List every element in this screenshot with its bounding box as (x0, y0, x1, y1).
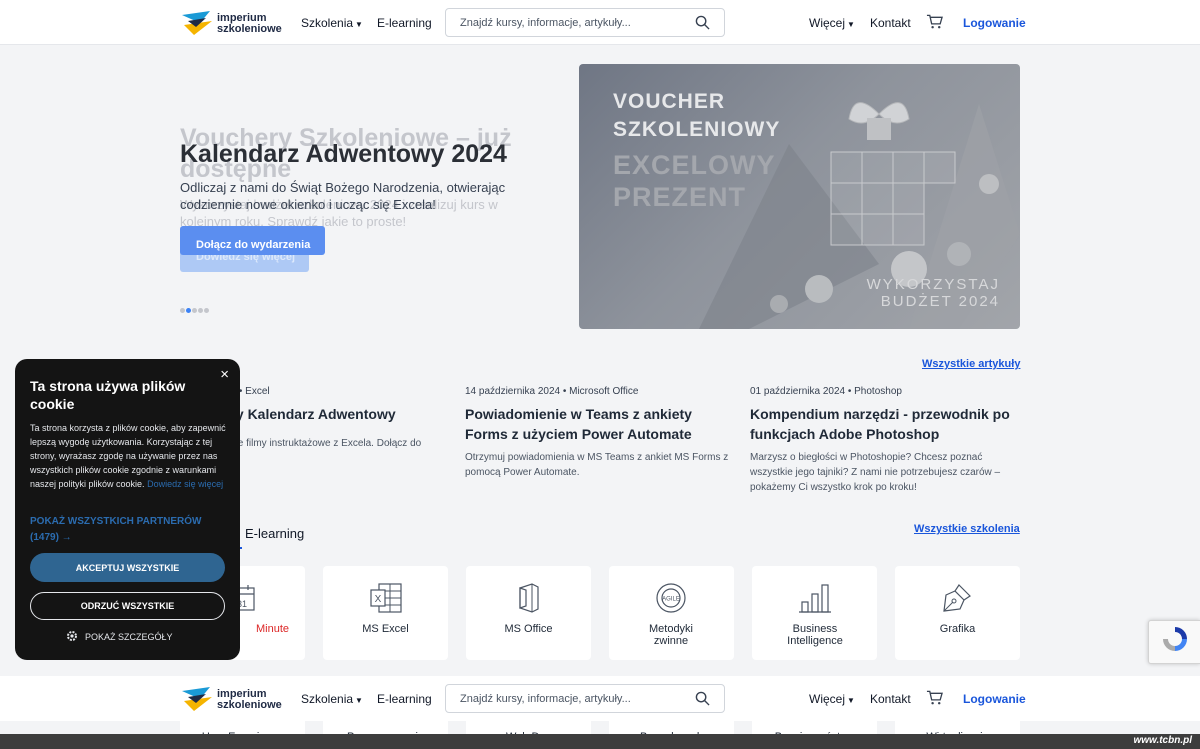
logo-text-line2: szkoleniowe (217, 699, 282, 711)
banner-footer-line1: WYKORZYSTAJ (866, 276, 1000, 293)
slider-dots (180, 308, 209, 313)
cookie-title: Ta strona używa plików cookie (30, 378, 186, 412)
chevron-down-icon: ▼ (847, 696, 855, 705)
article-card[interactable]: 24 • Excel wy Kalendarz Adwentowy owe fi… (225, 386, 495, 451)
all-courses-link[interactable]: Wszystkie szkolenia (914, 523, 1020, 535)
site-logo[interactable]: imperium szkoleniowe (180, 9, 282, 37)
cookie-consent-dialog: × Ta strona używa plików cookie Ta stron… (15, 359, 240, 660)
article-meta: 01 października 2024 • Photoshop (750, 386, 902, 397)
agile-icon: AGILE (656, 583, 686, 613)
banner-text-line4: PREZENT (613, 182, 747, 212)
reject-all-cookies-button[interactable]: ODRZUĆ WSZYSTKIE (30, 592, 225, 620)
nav-szkolenia[interactable]: Szkolenia ▼ (301, 692, 363, 706)
hero-title: Kalendarz Adwentowy 2024 (180, 140, 507, 168)
search-input[interactable] (460, 691, 690, 707)
cart-icon[interactable] (926, 690, 943, 706)
accept-all-cookies-button[interactable]: AKCEPTUJ WSZYSTKIE (30, 553, 225, 582)
article-meta: 24 • Excel (225, 386, 270, 397)
nav-kontakt[interactable]: Kontakt (870, 692, 911, 706)
nav-kontakt[interactable]: Kontakt (870, 16, 911, 30)
course-category-card[interactable]: X MS Excel (323, 566, 448, 660)
slider-dot[interactable] (180, 308, 185, 313)
chevron-down-icon: ▼ (355, 20, 363, 29)
article-title[interactable]: wy Kalendarz Adwentowy (225, 404, 495, 424)
nav-wiecej-label: Więcej (809, 692, 846, 706)
watermark-strip: www.tcbn.pl (0, 734, 1200, 749)
nav-wiecej[interactable]: Więcej ▼ (809, 16, 855, 30)
article-excerpt: Otrzymuj powiadomienia w MS Teams z anki… (465, 452, 729, 478)
course-category-label: Business Intelligence (787, 623, 843, 647)
office-icon (519, 583, 539, 613)
svg-text:AGILE: AGILE (662, 597, 680, 603)
watermark-text: www.tcbn.pl (1133, 735, 1192, 746)
bar-chart-icon (799, 584, 831, 613)
course-category-card[interactable]: Grafika (895, 566, 1020, 660)
chevron-down-icon: ▼ (355, 696, 363, 705)
cookie-body: Ta strona korzysta z plików cookie, aby … (30, 421, 227, 491)
sticky-header: imperium szkoleniowe Szkolenia ▼ E-learni… (0, 676, 1200, 721)
article-excerpt: Marzysz o biegłości w Photoshopie? Chces… (750, 452, 1001, 493)
course-category-label: Grafika (939, 623, 976, 635)
nav-szkolenia-label: Szkolenia (301, 16, 354, 30)
article-meta: 14 października 2024 • Microsoft Office (465, 386, 639, 397)
banner-text-line3: EXCELOWY (613, 150, 776, 180)
show-partners-link[interactable]: POKAŻ WSZYSTKICH PARTNERÓW (1479) → (30, 514, 225, 546)
nav-wiecej-label: Więcej (809, 16, 846, 30)
hero-banner-image[interactable]: VOUCHER SZKOLENIOWY EXCELOWY PREZENT WYK… (579, 64, 1020, 329)
join-event-button[interactable]: Dołącz do wydarzenia (180, 226, 325, 255)
slider-dot[interactable] (192, 308, 197, 313)
article-card[interactable]: 01 października 2024 • Photoshop Kompend… (750, 386, 1020, 495)
nav-elearning[interactable]: E-learning (377, 692, 432, 706)
recaptcha-icon (1163, 627, 1187, 651)
logo-mark-icon (182, 687, 212, 711)
course-category-label: Metodyki zwinne (648, 623, 694, 647)
article-title[interactable]: Kompendium narzędzi - przewodnik po funk… (750, 404, 1020, 444)
nav-szkolenia-label: Szkolenia (301, 692, 354, 706)
course-category-label: MS Office (504, 623, 553, 635)
elearning-tab[interactable]: E-learning (245, 526, 304, 541)
search-icon[interactable] (695, 15, 710, 30)
chevron-down-icon: ▼ (847, 20, 855, 29)
hero-description: Odliczaj z nami do Świąt Bożego Narodzen… (180, 180, 506, 212)
course-category-card[interactable]: Business Intelligence (752, 566, 877, 660)
cart-icon[interactable] (926, 14, 943, 30)
cookie-learn-more-link[interactable]: Dowiedz się więcej (147, 479, 223, 489)
site-logo[interactable]: imperium szkoleniowe (180, 685, 282, 713)
excel-icon: X (370, 583, 402, 613)
search-icon[interactable] (695, 691, 710, 706)
svg-text:X: X (375, 594, 382, 605)
pen-tool-icon (943, 584, 971, 612)
course-category-label: MS Excel (362, 623, 409, 635)
slider-dot-active[interactable] (186, 308, 191, 313)
login-link[interactable]: Logowanie (963, 692, 1026, 706)
banner-text-line2: SZKOLENIOWY (613, 118, 781, 141)
search-box (445, 684, 725, 713)
banner-text-line1: VOUCHER (613, 90, 726, 113)
course-category-card[interactable]: AGILE Metodyki zwinne (609, 566, 734, 660)
nav-szkolenia[interactable]: Szkolenia ▼ (301, 16, 363, 30)
article-card[interactable]: 14 października 2024 • Microsoft Office … (465, 386, 735, 480)
banner-footer-line2: BUDŻET 2024 (880, 293, 1000, 310)
login-link[interactable]: Logowanie (963, 16, 1026, 30)
banner-footer-text: WYKORZYSTAJ BUDŻET 2024 (867, 276, 1000, 310)
article-excerpt: owe filmy instruktażowe z Excela. Dołącz… (225, 438, 422, 449)
close-icon[interactable]: × (220, 366, 229, 383)
gear-icon[interactable] (66, 630, 78, 642)
slider-dot[interactable] (198, 308, 203, 313)
nav-wiecej[interactable]: Więcej ▼ (809, 692, 855, 706)
all-articles-link[interactable]: Wszystkie artykuły (922, 358, 1020, 370)
logo-text-line2: szkoleniowe (217, 23, 282, 35)
course-category-card[interactable]: MS Office (466, 566, 591, 660)
search-box (445, 8, 725, 37)
slider-dot[interactable] (204, 308, 209, 313)
site-header: imperium szkoleniowe Szkolenia ▼ E-learni… (0, 0, 1200, 45)
search-input[interactable] (460, 15, 690, 31)
show-details-button[interactable]: POKAŻ SZCZEGÓŁY (85, 632, 173, 642)
nav-elearning[interactable]: E-learning (377, 16, 432, 30)
recaptcha-badge[interactable] (1148, 620, 1200, 664)
article-title[interactable]: Powiadomienie w Teams z ankiety Forms z … (465, 404, 735, 444)
logo-mark-icon (182, 11, 212, 35)
